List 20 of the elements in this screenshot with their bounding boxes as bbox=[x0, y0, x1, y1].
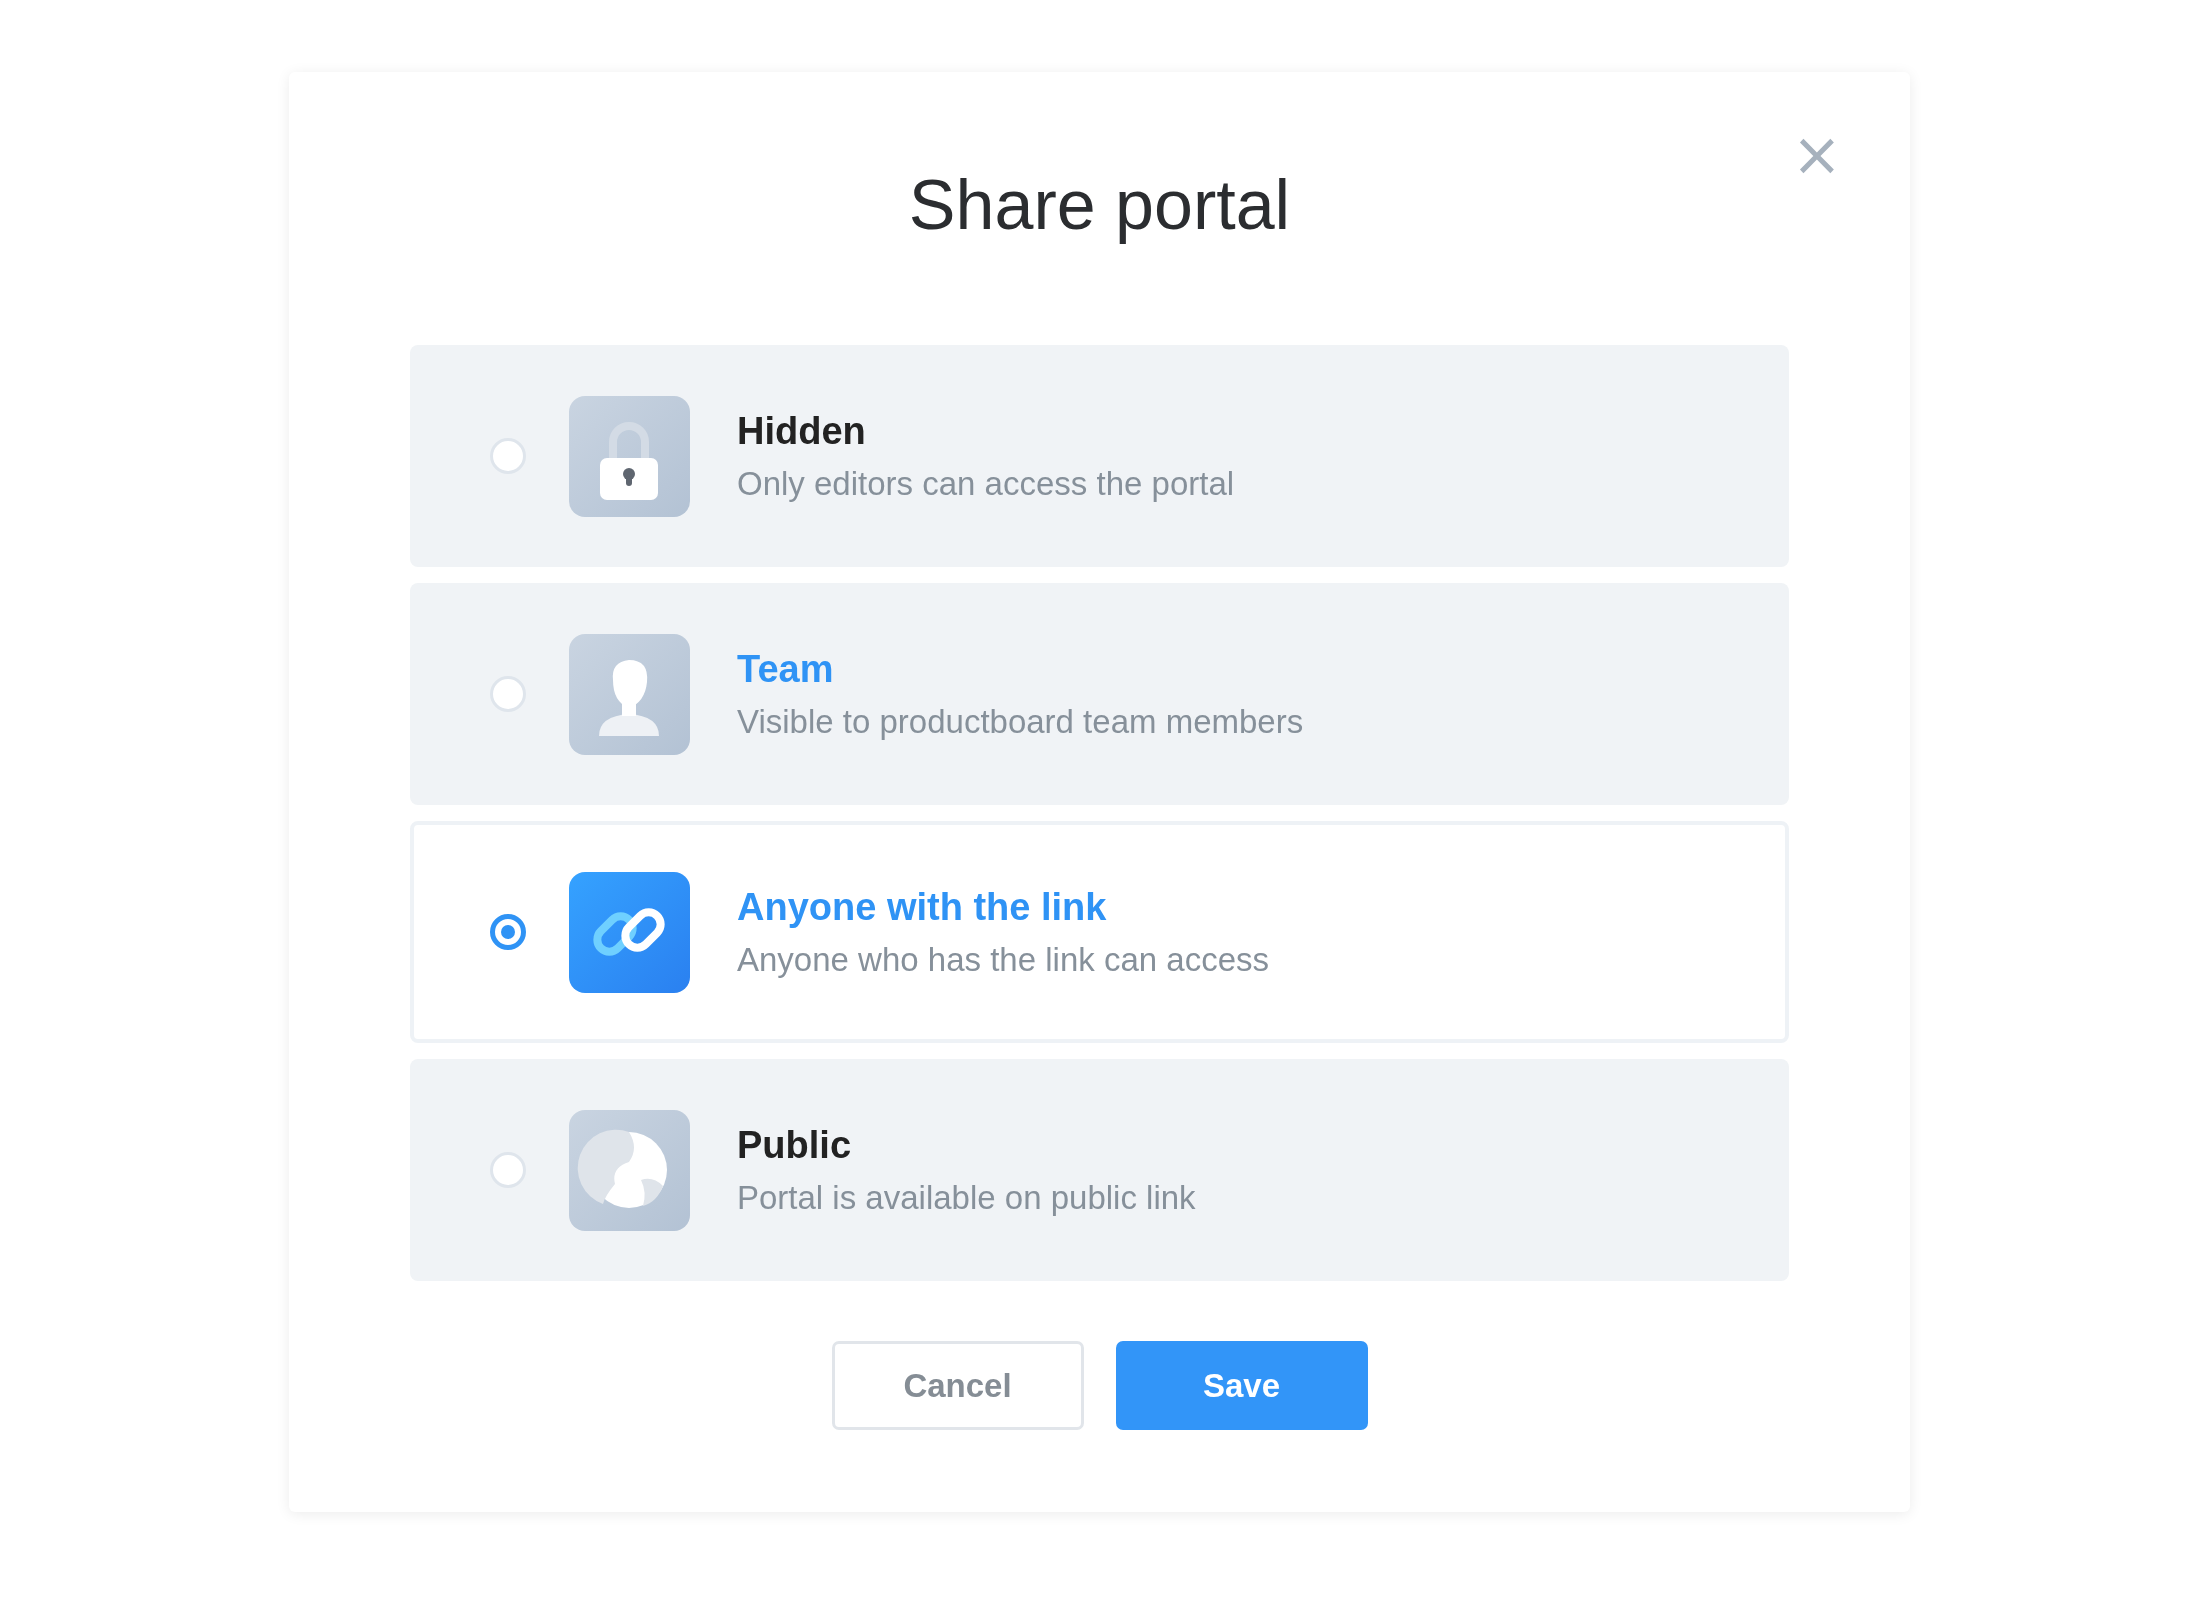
option-description: Visible to productboard team members bbox=[737, 702, 1304, 741]
lock-icon bbox=[569, 395, 690, 517]
option-title: Public bbox=[737, 1123, 853, 1167]
option-title: Hidden bbox=[737, 409, 867, 453]
option-description: Anyone who has the link can access bbox=[737, 940, 1269, 979]
option-card[interactable]: Anyone with the link Anyone who has the link can access bbox=[410, 821, 1789, 1043]
globe-icon bbox=[569, 1109, 690, 1231]
person-icon bbox=[569, 633, 690, 755]
option-title: Anyone with the link bbox=[737, 885, 1108, 929]
close-button[interactable]: × bbox=[1787, 124, 1846, 184]
option-title: Team bbox=[737, 647, 835, 691]
option-description: Only editors can access the portal bbox=[737, 464, 1235, 503]
option-description: Portal is available on public link bbox=[737, 1178, 1196, 1217]
option-card[interactable]: Team Visible to productboard team members bbox=[410, 583, 1789, 805]
cancel-button[interactable]: Cancel bbox=[831, 1341, 1084, 1430]
option-card[interactable]: Hidden Only editors can access the portal bbox=[410, 345, 1789, 567]
option-card[interactable]: Public Portal is available on public link bbox=[410, 1059, 1789, 1281]
save-button[interactable]: Save bbox=[1115, 1341, 1368, 1430]
link-icon bbox=[569, 871, 690, 993]
radio-button[interactable] bbox=[490, 914, 526, 950]
